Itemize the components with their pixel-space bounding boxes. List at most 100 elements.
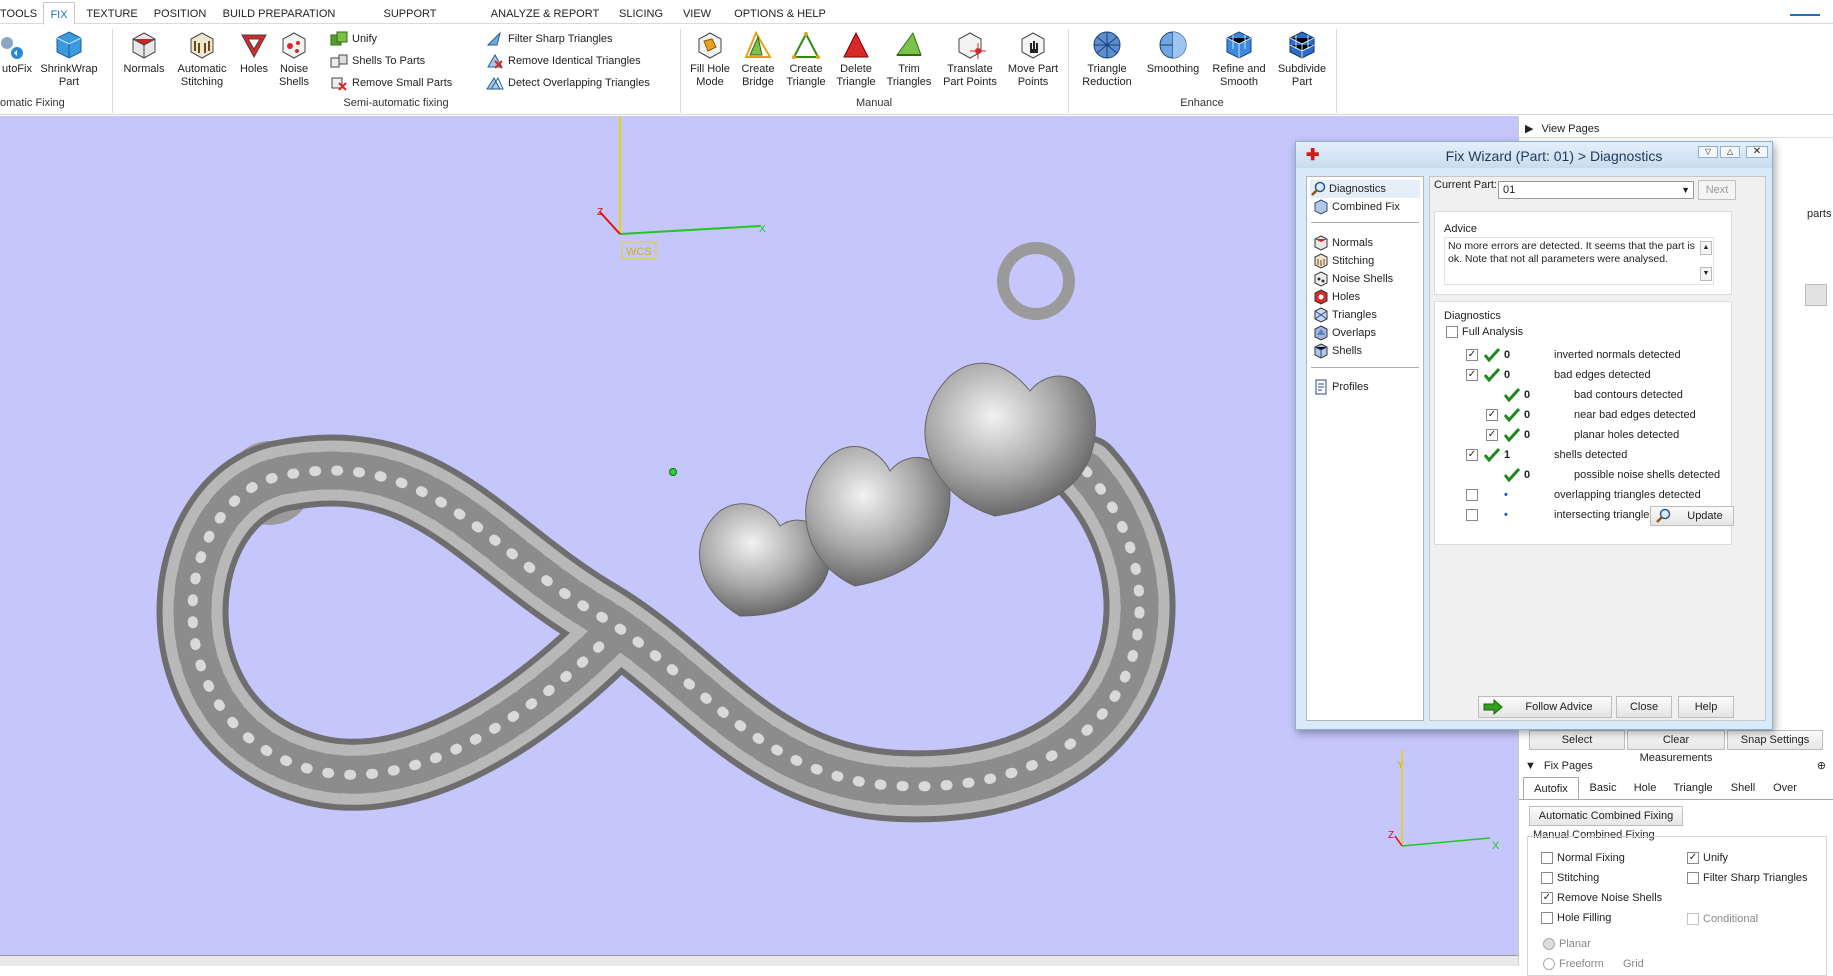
tab-slicing[interactable]: SLICING (615, 4, 667, 24)
fix-pages-header[interactable]: ▼ Fix Pages ⊕ (1519, 757, 1833, 775)
delete-triangle-button[interactable]: Delete Triangle (832, 29, 880, 89)
nav-combined-fix[interactable]: Combined Fix (1313, 198, 1400, 216)
automatic-stitching-button[interactable]: Automatic Stitching (172, 29, 232, 89)
tab-hole[interactable]: Hole (1625, 777, 1665, 799)
tab-options-help[interactable]: OPTIONS & HELP (730, 4, 830, 24)
follow-advice-button[interactable]: Follow Advice (1478, 696, 1612, 718)
move-part-points-button[interactable]: Move Part Points (1004, 29, 1062, 89)
nav-diagnostics[interactable]: Diagnostics (1310, 180, 1420, 198)
help-button[interactable]: Help (1678, 696, 1734, 718)
nav-noise-shells[interactable]: Noise Shells (1313, 270, 1393, 288)
3d-viewport[interactable]: WCS X Z Y X Z (0, 116, 1518, 956)
nav-holes[interactable]: Holes (1313, 288, 1360, 306)
tab-autofix[interactable]: Autofix (1523, 777, 1579, 799)
normal-fixing-checkbox[interactable] (1541, 852, 1553, 864)
tab-tools[interactable]: TOOLS (0, 4, 37, 24)
hole-filling-checkbox[interactable] (1541, 912, 1553, 924)
collapse-arrow-icon[interactable]: ▶ (1525, 123, 1533, 135)
nav-triangles[interactable]: Triangles (1313, 306, 1377, 324)
fill-hole-mode-button[interactable]: Fill Hole Mode (686, 29, 734, 89)
create-triangle-button[interactable]: Create Triangle (782, 29, 830, 89)
holes-button[interactable]: Holes (236, 29, 272, 76)
scroll-up-icon[interactable]: ▲ (1700, 241, 1712, 255)
nav-shells[interactable]: Shells (1313, 342, 1362, 360)
nav-normals[interactable]: Normals (1313, 234, 1373, 252)
minimize-ribbon-icon[interactable] (1790, 0, 1820, 16)
view-pages-header[interactable]: ▶ View Pages (1519, 120, 1833, 138)
snap-settings-button[interactable]: Snap Settings (1727, 730, 1823, 750)
filter-sharp-checkbox[interactable] (1687, 872, 1699, 884)
restore-dialog-icon[interactable]: △ (1720, 146, 1740, 158)
autofix-button[interactable]: utoFix (0, 29, 34, 76)
tab-fix[interactable]: FIX (43, 2, 75, 25)
clear-measurements-button[interactable]: Clear Measurements (1627, 730, 1725, 764)
view-pages-label: View Pages (1541, 123, 1600, 135)
tab-view[interactable]: VIEW (677, 4, 717, 24)
update-button[interactable]: Update (1650, 506, 1734, 526)
shells-to-parts-button[interactable]: Shells To Parts (330, 51, 425, 71)
tab-triangle[interactable]: Triangle (1665, 777, 1721, 799)
detect-overlapping-triangles-button[interactable]: Detect Overlapping Triangles (486, 73, 650, 93)
close-dialog-icon[interactable]: ✕ (1746, 146, 1768, 158)
diagnostic-checkbox[interactable] (1466, 489, 1478, 501)
diagnostic-checkbox[interactable]: ✓ (1486, 429, 1498, 441)
ribbon: utoFix ShrinkWrap Part omatic Fixing Nor… (0, 25, 1833, 115)
unify-button[interactable]: Unify (330, 29, 377, 49)
stitching-checkbox[interactable] (1541, 872, 1553, 884)
tab-build-preparation[interactable]: BUILD PREPARATION (220, 4, 338, 24)
tab-texture[interactable]: TEXTURE (84, 4, 140, 24)
infinity-pendant-model[interactable] (156, 242, 1176, 823)
remove-identical-triangles-button[interactable]: Remove Identical Triangles (486, 51, 641, 71)
diagnostic-checkbox[interactable]: ✓ (1486, 409, 1498, 421)
pin-icon[interactable]: ⊕ (1817, 757, 1826, 775)
refine-and-smooth-button[interactable]: Refine and Smooth (1206, 29, 1272, 89)
translate-part-points-button[interactable]: Translate Part Points (940, 29, 1000, 89)
remove-noise-shells-checkbox[interactable]: ✓ (1541, 892, 1553, 904)
diagnostic-checkbox[interactable]: ✓ (1466, 449, 1478, 461)
smoothing-button[interactable]: Smoothing (1142, 29, 1204, 76)
planar-radio[interactable] (1543, 938, 1555, 950)
wizard-titlebar[interactable]: ✚ Fix Wizard (Part: 01) > Diagnostics ▽ … (1296, 142, 1772, 168)
stitching-option-label: Stitching (1557, 872, 1600, 884)
trim-triangles-button[interactable]: Trim Triangles (884, 29, 934, 89)
collapse-dialog-icon[interactable]: ▽ (1698, 146, 1718, 158)
normals-button[interactable]: Normals (120, 29, 168, 76)
filter-sharp-triangles-button[interactable]: Filter Sharp Triangles (486, 29, 613, 49)
freeform-radio[interactable] (1543, 958, 1555, 970)
tab-basic[interactable]: Basic (1581, 777, 1625, 799)
current-part-select[interactable]: 01 ▼ (1498, 181, 1694, 199)
scroll-down-icon[interactable]: ▼ (1700, 267, 1712, 281)
diagnostic-checkbox[interactable] (1466, 509, 1478, 521)
conditional-checkbox[interactable] (1687, 913, 1699, 925)
select-button[interactable]: Select (1529, 730, 1625, 750)
tab-overlap[interactable]: Over (1767, 777, 1803, 799)
next-button[interactable]: Next (1698, 180, 1736, 200)
smoothing-label: Smoothing (1146, 63, 1200, 75)
remove-small-parts-button[interactable]: Remove Small Parts (330, 73, 452, 93)
view-cube-icon[interactable] (1805, 284, 1827, 306)
diagnostic-checkbox[interactable]: ✓ (1466, 349, 1478, 361)
unify-checkbox[interactable]: ✓ (1687, 852, 1699, 864)
close-button[interactable]: Close (1616, 696, 1672, 718)
diagnostic-checkbox[interactable]: ✓ (1466, 369, 1478, 381)
nav-stitching[interactable]: Stitching (1313, 252, 1374, 270)
remove-identical-label: Remove Identical Triangles (508, 55, 641, 67)
tab-analyze-report[interactable]: ANALYZE & REPORT (490, 4, 600, 24)
tab-support-generation[interactable]: SUPPORT GENERATION (347, 4, 473, 40)
nav-profiles[interactable]: Profiles (1313, 378, 1369, 396)
tab-shell[interactable]: Shell (1721, 777, 1765, 799)
noise-shells-button[interactable]: Noise Shells (274, 29, 314, 89)
triangle-reduction-button[interactable]: Triangle Reduction (1074, 29, 1140, 89)
model-canvas[interactable]: WCS X Z Y X Z (0, 116, 1518, 956)
shrinkwrap-part-button[interactable]: ShrinkWrap Part (36, 29, 102, 89)
expand-arrow-icon[interactable]: ▼ (1525, 760, 1536, 772)
automatic-combined-fixing-button[interactable]: Automatic Combined Fixing (1529, 806, 1683, 826)
freeform-label: Freeform (1559, 958, 1604, 970)
nav-overlaps[interactable]: Overlaps (1313, 324, 1376, 342)
create-bridge-button[interactable]: Create Bridge (736, 29, 780, 89)
pivot-point[interactable] (669, 468, 677, 476)
current-part-label: Current Part: (1434, 179, 1497, 191)
tab-position[interactable]: POSITION (150, 4, 210, 24)
full-analysis-checkbox[interactable] (1446, 326, 1458, 338)
subdivide-part-button[interactable]: Subdivide Part (1274, 29, 1330, 89)
